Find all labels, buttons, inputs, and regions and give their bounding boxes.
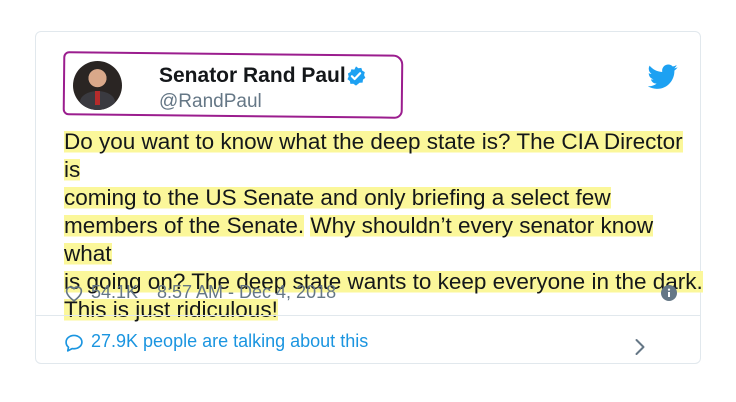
tweet-author-header: Senator Rand Paul @RandPaul (62, 51, 404, 119)
conversation-count-label[interactable]: 27.9K people are talking about this (91, 331, 368, 352)
info-icon[interactable] (661, 285, 677, 301)
tweet-meta-row: 54.1K 8:57 AM - Dec 4, 2018 (64, 280, 684, 306)
tweet-timestamp[interactable]: 8:57 AM - Dec 4, 2018 (157, 282, 336, 303)
author-name[interactable]: Senator Rand Paul (159, 64, 346, 88)
divider (36, 315, 700, 316)
tweet-card[interactable]: Senator Rand Paul @RandPaul Do you want … (35, 31, 703, 364)
chevron-right-icon[interactable] (634, 338, 646, 356)
heart-icon[interactable] (64, 284, 84, 302)
author-handle[interactable]: @RandPaul (159, 91, 262, 113)
conversation-link[interactable]: 27.9K people are talking about this (64, 329, 679, 355)
twitter-bird-icon[interactable] (648, 64, 678, 90)
tweet-text-segment: coming to the US Senate and only briefin… (64, 185, 611, 210)
comment-bubble-icon (65, 334, 83, 352)
page: Senator Rand Paul @RandPaul Do you want … (0, 0, 736, 402)
like-count[interactable]: 54.1K (91, 282, 138, 303)
avatar-tie (95, 91, 100, 105)
avatar[interactable] (73, 61, 122, 110)
tweet-text-segment: members of the Senate. (64, 213, 305, 238)
tweet-text-segment: Do you want to know what the deep state … (64, 129, 683, 182)
verified-badge-icon (347, 66, 366, 86)
